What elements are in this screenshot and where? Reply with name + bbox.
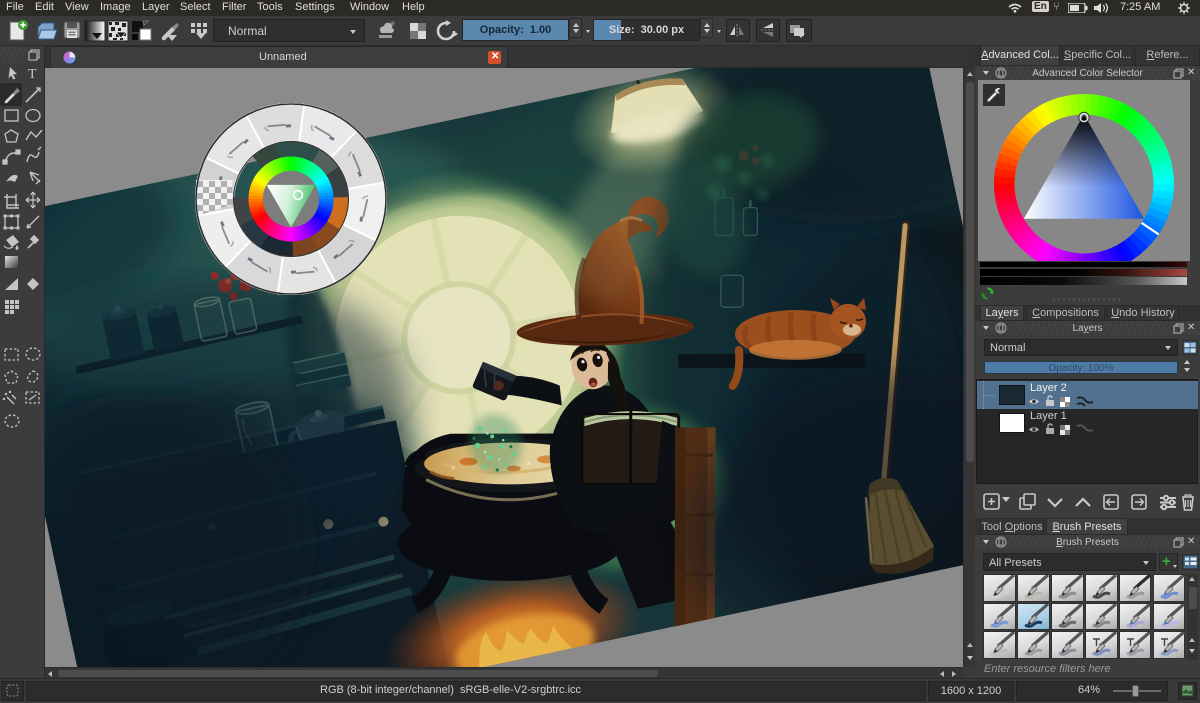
svg-text:T: T (28, 67, 37, 82)
